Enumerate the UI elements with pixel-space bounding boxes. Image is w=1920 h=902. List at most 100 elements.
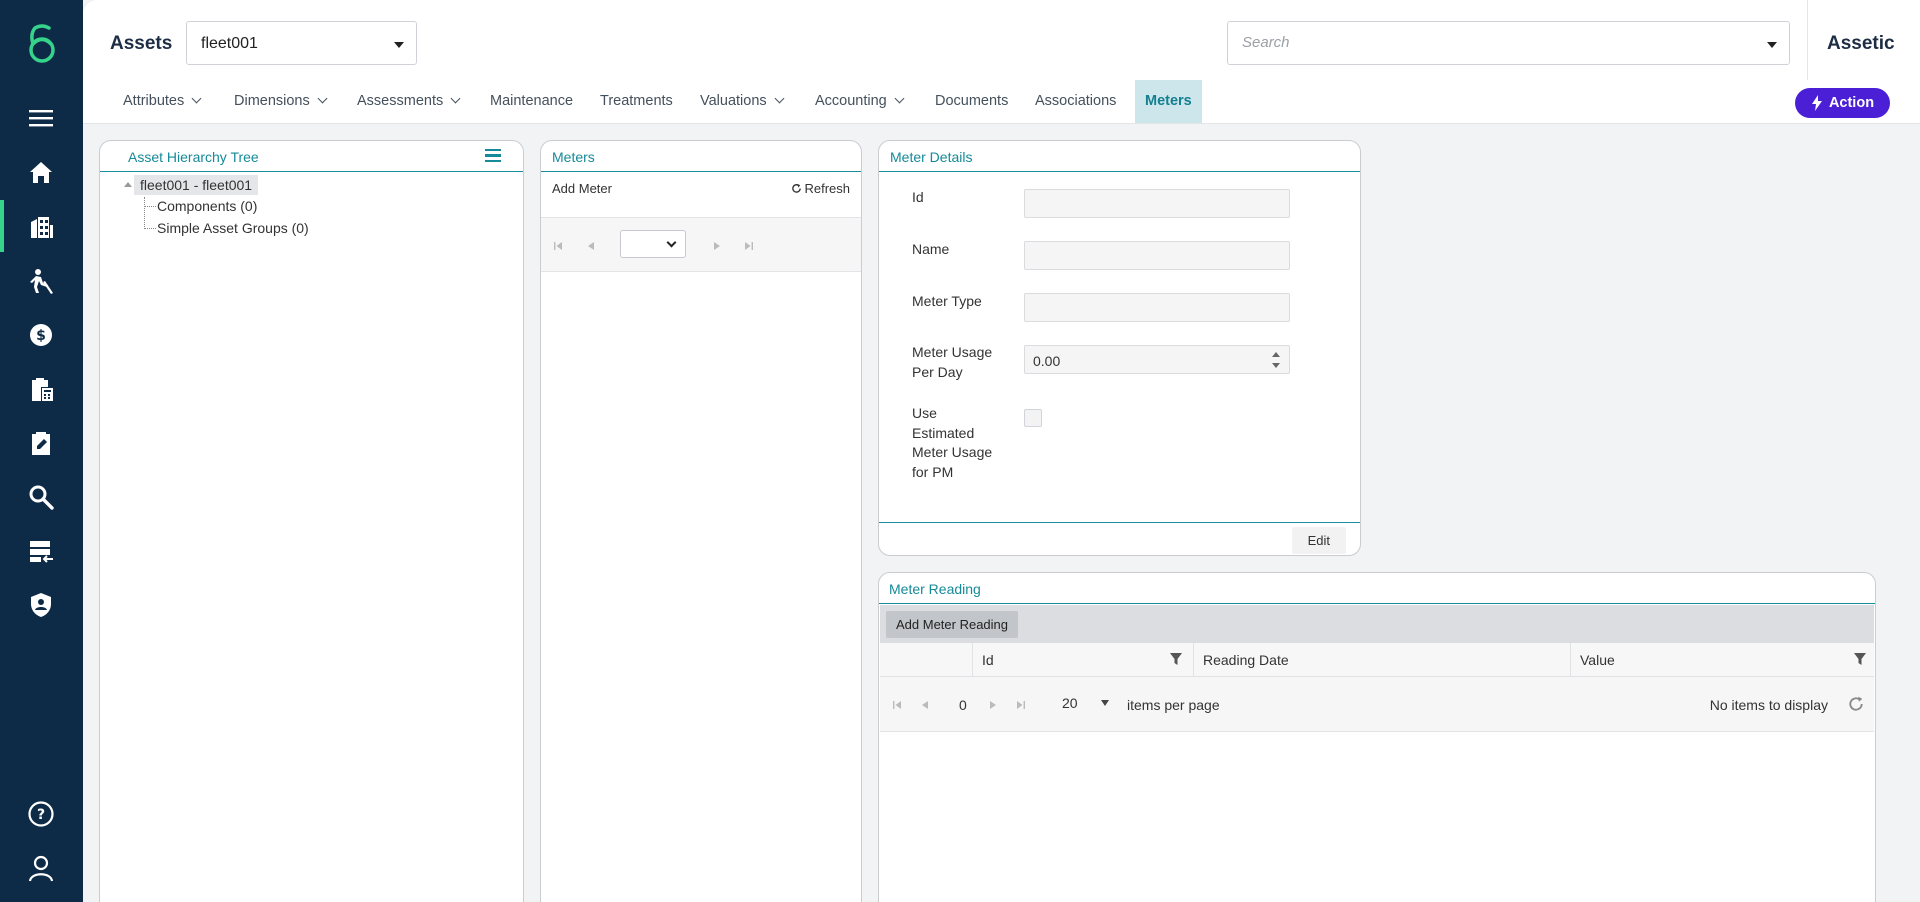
label-line: Meter Usage (912, 344, 993, 360)
filter-icon[interactable] (1169, 652, 1183, 666)
tab-label: Assessments (357, 93, 444, 109)
tab-meters[interactable]: Meters (1135, 80, 1202, 123)
refresh-label: Refresh (804, 181, 850, 196)
tab-associations[interactable]: Associations (1025, 80, 1126, 123)
next-page-icon[interactable] (712, 241, 722, 251)
decrement-icon[interactable] (1272, 363, 1280, 368)
last-page-icon[interactable] (1016, 700, 1026, 710)
first-page-icon[interactable] (892, 700, 902, 710)
clipboard-calculator-icon[interactable] (24, 372, 58, 406)
asset-selector-value: fleet001 (201, 35, 258, 52)
chevron-down-icon (894, 93, 905, 104)
tab-documents[interactable]: Documents (925, 80, 1018, 123)
column-header-reading-date[interactable]: Reading Date (1193, 643, 1570, 677)
tab-treatments[interactable]: Treatments (590, 80, 683, 123)
add-meter-reading-button[interactable]: Add Meter Reading (886, 611, 1019, 638)
last-page-icon[interactable] (744, 241, 754, 251)
id-field[interactable] (1024, 189, 1290, 218)
column-title: Reading Date (1203, 652, 1289, 668)
tree-node-root[interactable]: fleet001 - fleet001 (134, 175, 259, 195)
name-label: Name (912, 241, 950, 257)
meter-reading-toolbar: Add Meter Reading (880, 605, 1874, 643)
tab-attributes[interactable]: Attributes (113, 80, 210, 123)
panel-title: Meters (552, 149, 595, 165)
menu-icon[interactable] (24, 101, 58, 135)
panel-title: Meter Reading (889, 581, 981, 597)
column-title: Value (1580, 652, 1615, 668)
search-input[interactable] (1242, 34, 1742, 51)
tab-assessments[interactable]: Assessments (347, 80, 469, 123)
tab-dimensions[interactable]: Dimensions (224, 80, 336, 123)
buildings-icon[interactable] (24, 210, 58, 244)
tree-connector (144, 206, 156, 207)
action-button[interactable]: Action (1795, 88, 1890, 118)
tab-bar: Attributes Dimensions Assessments Mainte… (83, 80, 1920, 124)
asset-hierarchy-panel: Asset Hierarchy Tree fleet001 - fleet001… (99, 140, 524, 902)
column-header-value[interactable]: Value (1570, 643, 1876, 677)
top-bar: Assets fleet001 Assetic (83, 0, 1920, 80)
chevron-down-icon (666, 237, 677, 248)
usage-per-day-stepper[interactable]: 0.00 (1024, 345, 1290, 374)
meter-type-field[interactable] (1024, 293, 1290, 322)
panel-header: Asset Hierarchy Tree (100, 141, 523, 172)
panel-header: Meter Reading (879, 573, 1875, 604)
label-line: Meter Usage (912, 444, 993, 460)
finance-icon[interactable]: $ (24, 318, 58, 352)
svg-text:?: ? (37, 807, 45, 823)
refresh-icon[interactable] (1848, 696, 1864, 712)
home-icon[interactable] (24, 156, 58, 190)
use-estimated-usage-checkbox[interactable] (1024, 409, 1042, 427)
hamburger-menu-icon[interactable] (485, 149, 501, 163)
module-title: Assets (110, 33, 173, 54)
column-header-id[interactable]: Id (972, 643, 1193, 677)
logo-icon[interactable] (22, 24, 62, 66)
tab-valuations[interactable]: Valuations (690, 80, 793, 123)
column-title: Id (982, 652, 994, 668)
next-page-icon[interactable] (988, 700, 998, 710)
tab-label: Dimensions (234, 93, 310, 109)
meter-reading-grid-header: Id Reading Date Value (880, 643, 1874, 677)
increment-icon[interactable] (1272, 352, 1280, 357)
filter-icon[interactable] (1853, 652, 1867, 666)
id-label: Id (912, 189, 924, 205)
panel-title: Asset Hierarchy Tree (128, 149, 259, 165)
add-meter-button[interactable]: Add Meter (545, 176, 619, 201)
panel-header: Meters (541, 141, 861, 172)
chevron-down-icon (450, 93, 461, 104)
clipboard-edit-icon[interactable] (24, 426, 58, 460)
page-select[interactable] (620, 230, 686, 258)
worker-icon[interactable] (24, 264, 58, 298)
page-size-select[interactable]: 20 (1062, 695, 1110, 711)
search-box[interactable] (1227, 21, 1790, 65)
empty-message: No items to display (1709, 697, 1828, 713)
search-icon[interactable] (24, 480, 58, 514)
help-icon[interactable]: ? (24, 797, 58, 831)
tree-node-simple-asset-groups[interactable]: Simple Asset Groups (0) (157, 220, 309, 236)
tab-label: Associations (1035, 93, 1117, 109)
shield-user-icon[interactable] (24, 588, 58, 622)
action-button-label: Action (1828, 95, 1875, 111)
asset-selector[interactable]: fleet001 (186, 21, 417, 65)
column-header-select (880, 643, 972, 677)
previous-page-icon[interactable] (586, 241, 596, 251)
usage-per-day-value: 0.00 (1033, 353, 1061, 369)
tab-accounting[interactable]: Accounting (805, 80, 913, 123)
name-field[interactable] (1024, 241, 1290, 270)
brand-name: Assetic (1827, 33, 1895, 54)
refresh-button[interactable]: Refresh (784, 176, 857, 201)
tab-label: Valuations (700, 93, 767, 109)
first-page-icon[interactable] (553, 241, 563, 251)
label-line: Estimated (912, 424, 975, 441)
edit-button[interactable]: Edit (1291, 527, 1346, 554)
import-icon[interactable] (24, 534, 58, 568)
caret-down-icon (1101, 700, 1110, 706)
tab-label: Accounting (815, 93, 887, 109)
user-icon[interactable] (24, 851, 58, 885)
collapse-toggle-icon[interactable] (124, 181, 132, 187)
previous-page-icon[interactable] (920, 700, 930, 710)
tree-node-components[interactable]: Components (0) (157, 198, 257, 214)
caret-down-icon[interactable] (1767, 42, 1777, 48)
caret-down-icon (394, 42, 404, 48)
tab-maintenance[interactable]: Maintenance (480, 80, 583, 123)
chevron-down-icon (317, 93, 328, 104)
